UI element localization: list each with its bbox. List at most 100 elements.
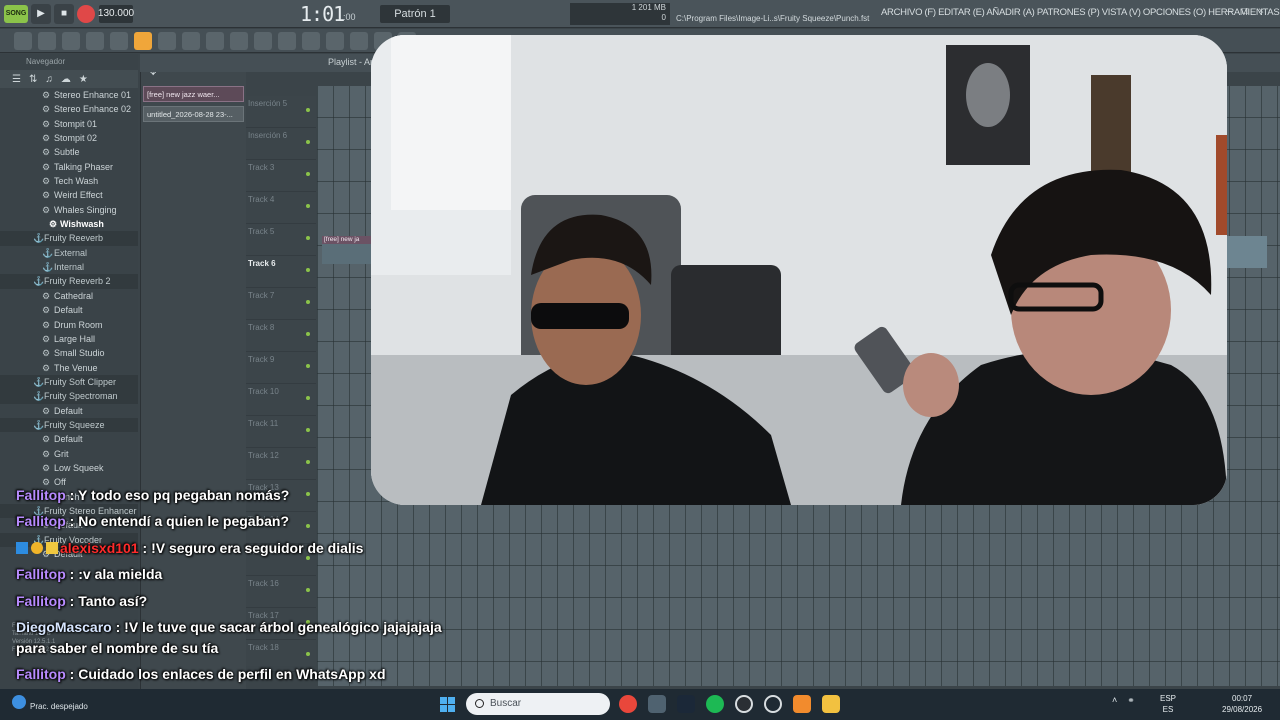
audio-clip[interactable]: [free] new ja	[322, 236, 372, 264]
track-header[interactable]: Track 7	[246, 288, 316, 320]
wait-icon[interactable]	[110, 31, 128, 50]
track-mute-led[interactable]	[306, 460, 310, 464]
snap-icon[interactable]	[86, 31, 104, 50]
touch-controller-icon[interactable]	[350, 31, 368, 50]
cloud-icon[interactable]: ☁	[61, 74, 71, 85]
chat-username[interactable]: DiegoMascaro	[16, 619, 112, 635]
track-header[interactable]: Track 9	[246, 352, 316, 384]
chrome-icon[interactable]	[619, 695, 637, 713]
play-button[interactable]: ▶	[31, 3, 51, 24]
browser-folder[interactable]: Fruity Reeverb 2	[0, 274, 138, 289]
song-mode-toggle[interactable]: SONG	[4, 4, 28, 23]
browser-preset[interactable]: Default	[0, 432, 138, 446]
audio-icon[interactable]: ♫	[45, 74, 53, 85]
browser-preset[interactable]: External	[0, 246, 138, 260]
track-mute-led[interactable]	[306, 300, 310, 304]
track-mute-led[interactable]	[306, 364, 310, 368]
browser-preset[interactable]: Low Squeek	[0, 461, 138, 475]
collapse-icon[interactable]: ☰	[12, 74, 21, 85]
step-icon[interactable]	[158, 31, 176, 50]
browser-icon[interactable]	[302, 31, 320, 50]
taskbar-search[interactable]: Buscar	[466, 693, 610, 715]
spotify-icon[interactable]	[706, 695, 724, 713]
browser-preset[interactable]: Large Hall	[0, 332, 138, 346]
chat-username[interactable]: Fallitop	[16, 666, 66, 682]
loop-icon[interactable]	[38, 31, 56, 50]
browser-folder[interactable]: Fruity Spectroman	[0, 389, 138, 404]
taskbar-clock[interactable]: 00:07 29/08/2026	[1222, 693, 1262, 715]
track-mute-led[interactable]	[306, 428, 310, 432]
chat-username[interactable]: Fallitop	[16, 593, 66, 609]
browser-preset[interactable]: Internal	[0, 260, 138, 274]
track-header[interactable]: Track 10	[246, 384, 316, 416]
track-mute-led[interactable]	[306, 332, 310, 336]
main-menu[interactable]: ARCHIVO (F) EDITAR (E) AÑADIR (A) PATRON…	[881, 7, 1280, 18]
capture-icon[interactable]	[764, 695, 782, 713]
pattern-selector[interactable]: Patrón 1	[380, 5, 450, 23]
settings-icon[interactable]	[648, 695, 666, 713]
chat-username[interactable]: Fallitop	[16, 513, 66, 529]
channel-rack-icon[interactable]	[254, 31, 272, 50]
browser-preset[interactable]: Subtle	[0, 145, 138, 159]
track-header[interactable]: Track 8	[246, 320, 316, 352]
clip-source-item[interactable]: [free] new jazz waer...	[143, 86, 244, 102]
window-controls[interactable]: –□×	[1227, 6, 1274, 17]
track-mute-led[interactable]	[306, 204, 310, 208]
chat-username[interactable]: alexisxd101	[60, 540, 139, 556]
chat-username[interactable]: Fallitop	[16, 487, 66, 503]
star-icon[interactable]: ★	[79, 74, 88, 85]
save-icon[interactable]	[14, 31, 32, 50]
track-header[interactable]: Track 4	[246, 192, 316, 224]
playlist-icon[interactable]	[206, 31, 224, 50]
browser-preset[interactable]: Cathedral	[0, 289, 138, 303]
track-header[interactable]: Inserción 6	[246, 128, 316, 160]
browser-preset[interactable]: Stereo Enhance 01	[0, 88, 138, 102]
browser-preset[interactable]: Small Studio	[0, 346, 138, 360]
browser-preset[interactable]: Wishwash	[0, 217, 138, 231]
track-header[interactable]: Inserción 5	[246, 96, 316, 128]
track-mute-led[interactable]	[306, 236, 310, 240]
steam-icon[interactable]	[677, 695, 695, 713]
metronome-icon[interactable]	[62, 31, 80, 50]
browser-preset[interactable]: Talking Phaser	[0, 160, 138, 174]
browser-preset[interactable]: Weird Effect	[0, 188, 138, 202]
browser-preset[interactable]: Drum Room	[0, 318, 138, 332]
file-explorer-icon[interactable]	[822, 695, 840, 713]
fl-studio-icon[interactable]	[793, 695, 811, 713]
audio-clip-waveform[interactable]	[1227, 236, 1267, 268]
track-header[interactable]: Track 11	[246, 416, 316, 448]
track-mute-led[interactable]	[306, 172, 310, 176]
browser-preset[interactable]: Stompit 01	[0, 117, 138, 131]
tempo-display[interactable]: 130.000	[98, 4, 134, 23]
browser-preset[interactable]: Stompit 02	[0, 131, 138, 145]
browser-folder[interactable]: Fruity Squeeze	[0, 417, 138, 433]
piano-roll-icon[interactable]	[230, 31, 248, 50]
browser-folder[interactable]: Fruity Soft Clipper	[0, 374, 138, 390]
browser-folder[interactable]: Fruity Reeverb	[0, 231, 138, 246]
sort-icon[interactable]: ⇅	[29, 74, 37, 85]
stop-button[interactable]: ■	[54, 3, 74, 24]
weather-icon[interactable]	[12, 695, 26, 709]
track-mute-led[interactable]	[306, 268, 310, 272]
track-mute-led[interactable]	[306, 108, 310, 112]
blend-icon[interactable]	[182, 31, 200, 50]
plugin-picker-icon[interactable]	[326, 31, 344, 50]
browser-preset[interactable]: The Venue	[0, 361, 138, 375]
browser-preset[interactable]: Grit	[0, 447, 138, 461]
browser-preset[interactable]: Default	[0, 303, 138, 317]
track-header[interactable]: Track 6	[246, 256, 316, 288]
browser-preset[interactable]: Default	[0, 404, 138, 418]
clip-source-item[interactable]: untitled_2026-08-28 23-...	[143, 106, 244, 122]
browser-preset[interactable]: Whales Singing	[0, 203, 138, 217]
countdown-icon[interactable]	[134, 31, 152, 50]
track-header[interactable]: Track 3	[246, 160, 316, 192]
start-icon[interactable]	[440, 697, 455, 712]
record-button[interactable]	[77, 4, 95, 23]
track-header[interactable]: Track 5	[246, 224, 316, 256]
chat-username[interactable]: Fallitop	[16, 566, 66, 582]
language-indicator[interactable]: ESP ES	[1160, 693, 1176, 715]
browser-preset[interactable]: Stereo Enhance 02	[0, 102, 138, 116]
weather-widget[interactable]: Prac. despejado	[30, 693, 100, 711]
track-mute-led[interactable]	[306, 140, 310, 144]
system-tray[interactable]: ˄ ⚭	[1112, 695, 1135, 706]
